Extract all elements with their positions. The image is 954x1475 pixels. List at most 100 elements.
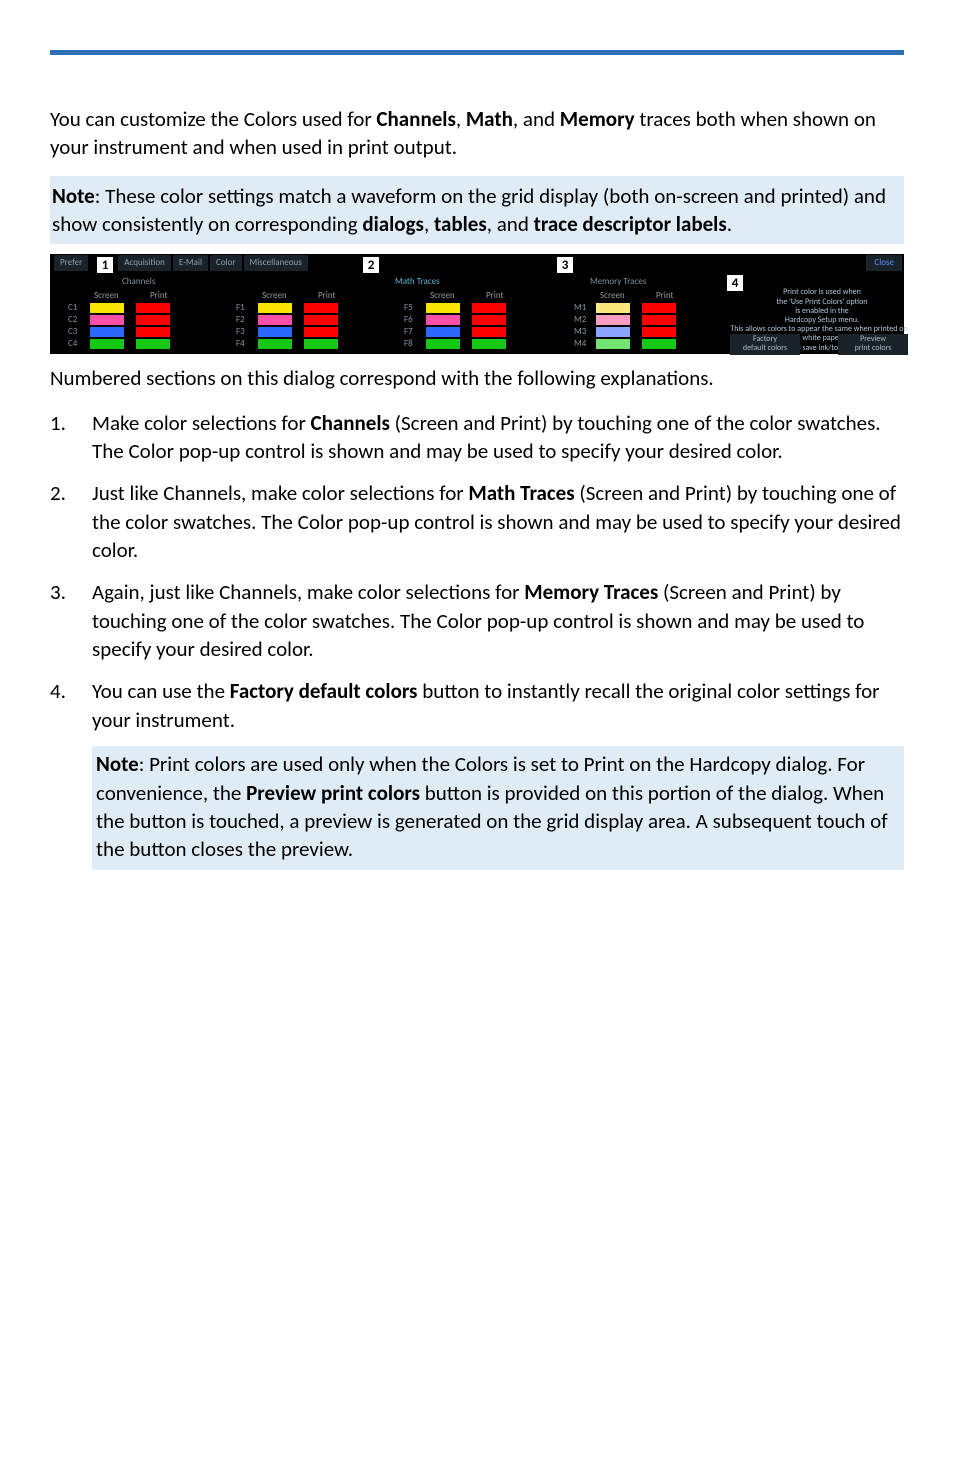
callout-1: 1 (96, 256, 114, 274)
screen-color-swatch[interactable] (258, 339, 292, 349)
screen-color-swatch[interactable] (596, 303, 630, 313)
tab-color[interactable]: Color (210, 255, 242, 271)
list-number: 1. (50, 409, 82, 437)
col-screen: Screen (262, 290, 287, 302)
note-box-1: Note: These color settings match a wavef… (50, 176, 904, 245)
explanation-list: 1. Make color selections for Channels (S… (50, 409, 904, 870)
swatch-label: C3 (68, 326, 90, 338)
post-image-paragraph: Numbered sections on this dialog corresp… (50, 364, 904, 392)
print-color-swatch[interactable] (642, 339, 676, 349)
color-dialog-screenshot: 1 2 3 4 Prefer Acquisition E-Mail Color … (50, 254, 904, 354)
list-item-3: 3. Again, just like Channels, make color… (92, 578, 904, 663)
note-text: , (424, 211, 434, 237)
tab-email[interactable]: E-Mail (173, 255, 208, 271)
print-color-swatch[interactable] (642, 315, 676, 325)
swatch-label: F1 (236, 302, 258, 314)
dialog-body: Channels Math Traces Memory Traces Scree… (50, 272, 904, 350)
intro-bold-channels: Channels (376, 106, 455, 132)
memory-grid: M1M2M3M4 (574, 302, 688, 350)
group-title-memory: Memory Traces (590, 276, 646, 288)
list-item-2: 2. Just like Channels, make color select… (92, 479, 904, 564)
screen-color-swatch[interactable] (90, 327, 124, 337)
print-color-swatch[interactable] (136, 303, 170, 313)
swatch-label: M3 (574, 326, 596, 338)
factory-default-colors-button[interactable]: Factory default colors (730, 334, 800, 355)
swatch-row: M1 (574, 302, 688, 314)
header-rule (50, 50, 904, 55)
print-color-swatch[interactable] (304, 315, 338, 325)
list-number: 3. (50, 578, 82, 606)
print-color-swatch[interactable] (472, 327, 506, 337)
intro-text: , (456, 106, 466, 132)
screen-color-swatch[interactable] (258, 315, 292, 325)
col-print: Print (656, 290, 674, 302)
list-text: Again, just like Channels, make color se… (92, 579, 524, 605)
swatch-label: C1 (68, 302, 90, 314)
tab-acquisition[interactable]: Acquisition (118, 255, 171, 271)
intro-text: , and (513, 106, 560, 132)
col-print: Print (486, 290, 504, 302)
note-text: , and (487, 211, 534, 237)
swatch-label: F6 (404, 314, 426, 326)
note-text: . (727, 211, 732, 237)
swatch-label: M2 (574, 314, 596, 326)
swatch-row: F3 (236, 326, 350, 338)
group-title-channels: Channels (122, 276, 155, 288)
swatch-row: M3 (574, 326, 688, 338)
swatch-row: F8 (404, 338, 518, 350)
print-color-swatch[interactable] (472, 303, 506, 313)
print-color-swatch[interactable] (472, 315, 506, 325)
print-color-swatch[interactable] (304, 327, 338, 337)
swatch-row: M2 (574, 314, 688, 326)
list-bold-factory: Factory default colors (230, 678, 418, 704)
screen-color-swatch[interactable] (90, 303, 124, 313)
screen-color-swatch[interactable] (90, 339, 124, 349)
intro-bold-memory: Memory (560, 106, 635, 132)
note-bold-dialogs: dialogs (362, 211, 424, 237)
screen-color-swatch[interactable] (90, 315, 124, 325)
tab-preferences[interactable]: Prefer (54, 255, 88, 271)
swatch-row: C2 (68, 314, 182, 326)
screen-color-swatch[interactable] (596, 315, 630, 325)
print-color-swatch[interactable] (642, 303, 676, 313)
note-label: Note (96, 751, 139, 777)
screen-color-swatch[interactable] (596, 339, 630, 349)
screen-color-swatch[interactable] (426, 339, 460, 349)
swatch-row: F1 (236, 302, 350, 314)
screen-color-swatch[interactable] (426, 327, 460, 337)
print-color-swatch[interactable] (304, 303, 338, 313)
preview-print-colors-button[interactable]: Preview print colors (838, 334, 908, 355)
swatch-label: F3 (236, 326, 258, 338)
note-label: Note (52, 183, 95, 209)
print-color-swatch[interactable] (136, 327, 170, 337)
print-color-swatch[interactable] (642, 327, 676, 337)
screen-color-swatch[interactable] (426, 303, 460, 313)
screen-color-swatch[interactable] (426, 315, 460, 325)
list-number: 2. (50, 479, 82, 507)
tab-miscellaneous[interactable]: Miscellaneous (244, 255, 308, 271)
col-screen: Screen (94, 290, 119, 302)
note-bold-tables: tables (434, 211, 487, 237)
close-button[interactable]: Close (866, 255, 902, 271)
note-bold-trace-labels: trace descriptor labels (534, 211, 727, 237)
print-color-swatch[interactable] (136, 315, 170, 325)
list-text: Just like Channels, make color selection… (92, 480, 468, 506)
math1-grid: F1F2F3F4 (236, 302, 350, 350)
swatch-label: C2 (68, 314, 90, 326)
note-bold-preview: Preview print colors (246, 780, 420, 806)
swatch-label: F8 (404, 338, 426, 350)
list-number: 4. (50, 677, 82, 705)
print-color-swatch[interactable] (472, 339, 506, 349)
swatch-label: F7 (404, 326, 426, 338)
channels-grid: C1C2C3C4 (68, 302, 182, 350)
screen-color-swatch[interactable] (258, 327, 292, 337)
screen-color-swatch[interactable] (596, 327, 630, 337)
swatch-label: F4 (236, 338, 258, 350)
group-title-math: Math Traces (395, 276, 440, 288)
swatch-label: C4 (68, 338, 90, 350)
callout-3: 3 (556, 256, 574, 274)
screen-color-swatch[interactable] (258, 303, 292, 313)
print-color-swatch[interactable] (136, 339, 170, 349)
swatch-row: M4 (574, 338, 688, 350)
print-color-swatch[interactable] (304, 339, 338, 349)
